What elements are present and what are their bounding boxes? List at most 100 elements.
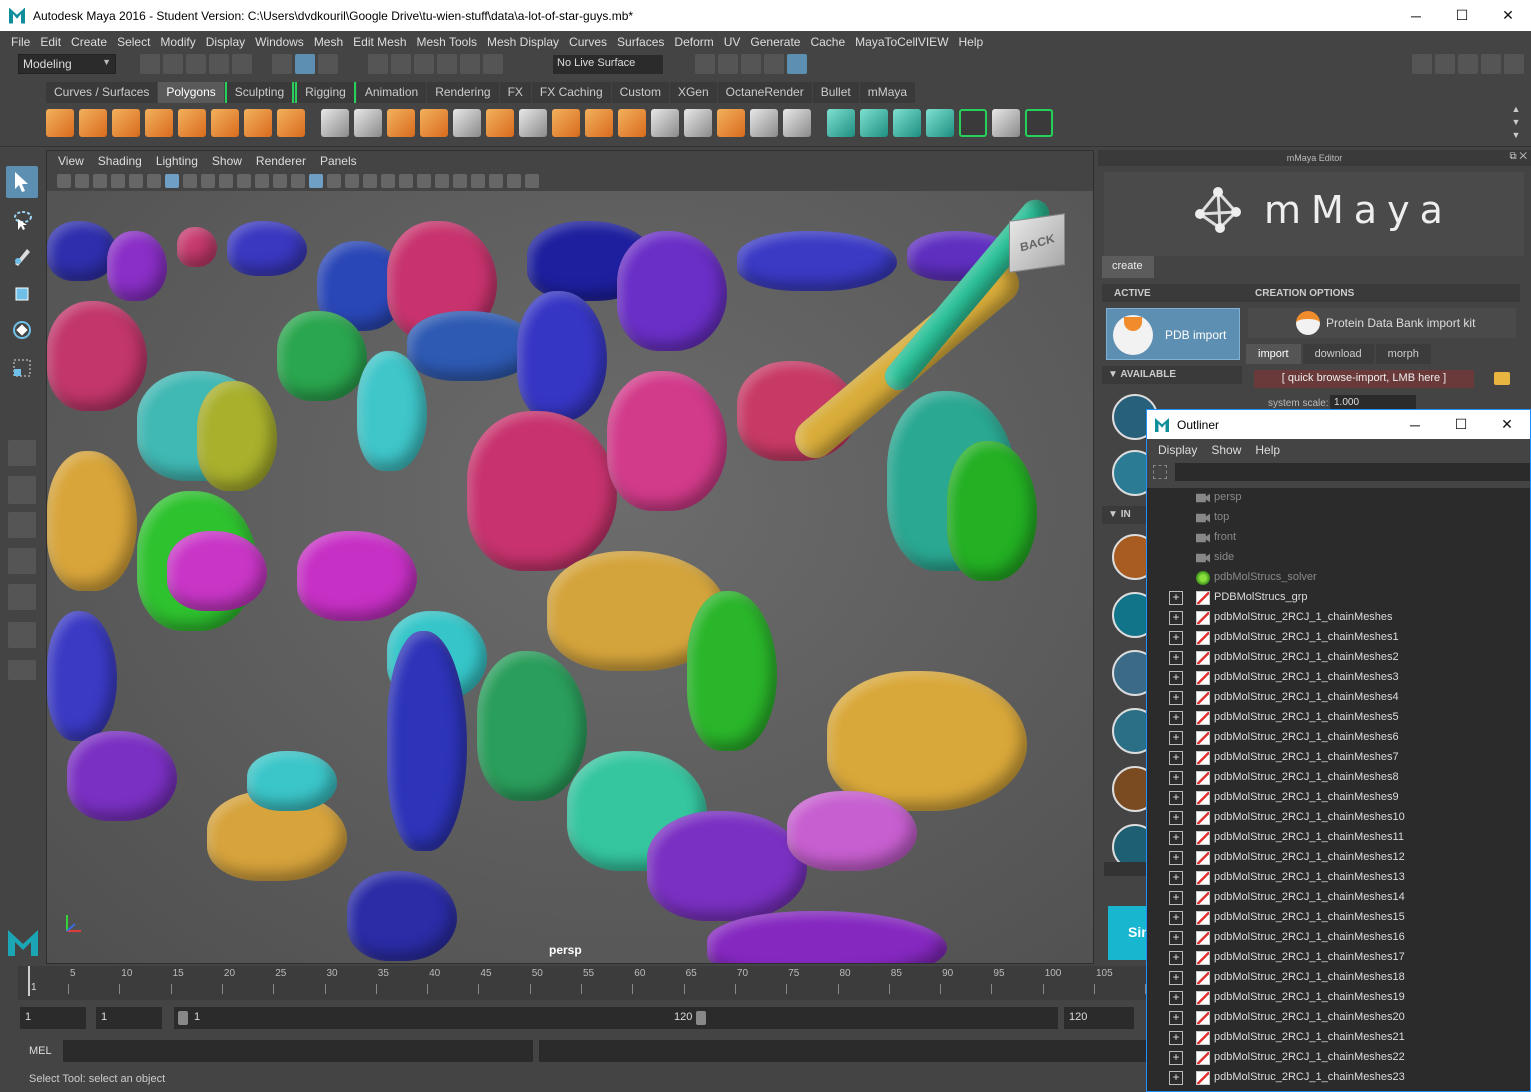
ipr-render-icon[interactable] (741, 54, 761, 74)
fill-hole-icon[interactable] (783, 109, 811, 137)
merge-icon[interactable] (717, 109, 745, 137)
grease-pencil-icon[interactable] (147, 174, 161, 188)
menu-uv[interactable]: UV (719, 35, 746, 49)
poly-cylinder-icon[interactable] (112, 109, 140, 137)
resolution-gate-icon[interactable] (201, 174, 215, 188)
range-start-handle[interactable] (178, 1011, 188, 1025)
playback-end-field[interactable]: 120 (1064, 1007, 1134, 1029)
menu-file[interactable]: File (6, 35, 35, 49)
expand-icon[interactable]: + (1169, 831, 1183, 845)
in-section-header[interactable]: ▼ IN (1102, 506, 1146, 524)
outliner-item[interactable]: + pdbMolStruc_2RCJ_1_chainMeshes13 (1147, 868, 1530, 888)
outliner-item[interactable]: + pdbMolStruc_2RCJ_1_chainMeshes6 (1147, 728, 1530, 748)
outliner-item[interactable]: + pdbMolStruc_2RCJ_1_chainMeshes9 (1147, 788, 1530, 808)
outliner-item[interactable]: + pdbMolStruc_2RCJ_1_chainMeshes5 (1147, 708, 1530, 728)
range-slider[interactable]: 1 120 (174, 1007, 1058, 1029)
shelf-tab-curves-surfaces[interactable]: Curves / Surfaces (46, 82, 158, 103)
viewport-scene[interactable]: BACK persp (47, 191, 1093, 963)
menu-deform[interactable]: Deform (669, 35, 718, 49)
uv-editor-icon[interactable] (959, 109, 987, 137)
view-cube[interactable]: BACK (1009, 213, 1065, 273)
playback-start-field[interactable]: 1 (96, 1007, 162, 1029)
expand-icon[interactable]: + (1169, 951, 1183, 965)
outliner-item[interactable]: top (1147, 508, 1530, 528)
layout-dope-sheet-icon[interactable] (8, 622, 36, 648)
menu-curves[interactable]: Curves (564, 35, 612, 49)
motion-blur-icon[interactable] (417, 174, 431, 188)
shelf-tab-fx[interactable]: FX (499, 82, 531, 103)
outliner-item[interactable]: + pdbMolStruc_2RCJ_1_chainMeshes10 (1147, 808, 1530, 828)
menu-display[interactable]: Display (201, 35, 250, 49)
outliner-item[interactable]: + pdbMolStruc_2RCJ_1_chainMeshes21 (1147, 1028, 1530, 1048)
safe-title-icon[interactable] (273, 174, 287, 188)
outliner-menu-help[interactable]: Help (1248, 443, 1287, 457)
outliner-close-button[interactable]: ✕ (1484, 410, 1530, 439)
snap-curve-icon[interactable] (391, 54, 411, 74)
render-frame-icon[interactable] (718, 54, 738, 74)
maximize-button[interactable]: ☐ (1439, 0, 1485, 31)
snap-live-icon[interactable] (460, 54, 480, 74)
xray-joints-icon[interactable] (507, 174, 521, 188)
wireframe-icon[interactable] (291, 174, 305, 188)
subtab-import[interactable]: import (1246, 344, 1301, 364)
poly-cube-icon[interactable] (79, 109, 107, 137)
two-d-pan-icon[interactable] (129, 174, 143, 188)
live-surface-field[interactable]: No Live Surface (553, 55, 663, 74)
outliner-item[interactable]: + pdbMolStruc_2RCJ_1_chainMeshes12 (1147, 848, 1530, 868)
xray-active-icon[interactable] (525, 174, 539, 188)
mel-label[interactable]: MEL (29, 1045, 52, 1057)
combine-icon[interactable] (321, 109, 349, 137)
outliner-item[interactable]: + pdbMolStruc_2RCJ_1_chainMeshes1 (1147, 628, 1530, 648)
append-icon[interactable] (618, 109, 646, 137)
vp-menu-lighting[interactable]: Lighting (149, 154, 205, 168)
expand-icon[interactable]: + (1169, 751, 1183, 765)
expand-icon[interactable]: + (1169, 891, 1183, 905)
outliner-item[interactable]: + pdbMolStruc_2RCJ_1_chainMeshes19 (1147, 988, 1530, 1008)
shelf-tab-rendering[interactable]: Rendering (427, 82, 499, 103)
expand-icon[interactable]: + (1169, 711, 1183, 725)
menu-modify[interactable]: Modify (155, 35, 200, 49)
insert-edge-loop-icon[interactable] (651, 109, 679, 137)
outliner-item[interactable]: + pdbMolStruc_2RCJ_1_chainMeshes22 (1147, 1048, 1530, 1068)
outliner-menu-display[interactable]: Display (1151, 443, 1204, 457)
expand-icon[interactable]: + (1169, 671, 1183, 685)
layout-four-pane-icon[interactable] (8, 476, 36, 504)
outliner-item[interactable]: + pdbMolStruc_2RCJ_1_chainMeshes16 (1147, 928, 1530, 948)
menu-edit-mesh[interactable]: Edit Mesh (348, 35, 411, 49)
time-slider[interactable]: 1 5 10 15 20 25 30 35 40 45 50 55 60 65 70 75 80 85 90 95 1… (18, 966, 1158, 1000)
expand-icon[interactable]: + (1169, 1011, 1183, 1025)
separate-icon[interactable] (354, 109, 382, 137)
expand-icon[interactable]: + (1169, 731, 1183, 745)
depth-of-field-icon[interactable] (453, 174, 467, 188)
tool-settings-icon[interactable] (1458, 54, 1478, 74)
menu-cache[interactable]: Cache (805, 35, 850, 49)
cylindrical-uv-icon[interactable] (860, 109, 888, 137)
close-button[interactable]: ✕ (1485, 0, 1531, 31)
layer-editor-icon[interactable] (1504, 54, 1524, 74)
vp-menu-view[interactable]: View (51, 154, 91, 168)
expand-icon[interactable]: + (1169, 811, 1183, 825)
mirror-icon[interactable] (387, 109, 415, 137)
shelf-scroll-arrows[interactable]: ▲ ▼ ▼ (1509, 103, 1523, 143)
use-all-lights-icon[interactable] (363, 174, 377, 188)
outliner-item[interactable]: pdbMolStrucs_solver (1147, 568, 1530, 588)
menu-generate[interactable]: Generate (745, 35, 805, 49)
bookmark-icon[interactable] (93, 174, 107, 188)
expand-icon[interactable]: + (1169, 851, 1183, 865)
gate-mask-icon[interactable] (219, 174, 233, 188)
outliner-item[interactable]: persp (1147, 488, 1530, 508)
vp-menu-renderer[interactable]: Renderer (249, 154, 313, 168)
anti-aliasing-icon[interactable] (435, 174, 449, 188)
expand-icon[interactable]: + (1169, 691, 1183, 705)
shelf-tab-bullet[interactable]: Bullet (812, 82, 859, 103)
menu-mayatocellview[interactable]: MayaToCellVIEW (850, 35, 953, 49)
extrude-icon[interactable] (486, 109, 514, 137)
shelf-tab-custom[interactable]: Custom (611, 82, 669, 103)
select-component-icon[interactable] (318, 54, 338, 74)
outliner-item[interactable]: front (1147, 528, 1530, 548)
outliner-menu-show[interactable]: Show (1204, 443, 1248, 457)
attribute-editor-icon[interactable] (1435, 54, 1455, 74)
camera-attributes-icon[interactable] (57, 174, 71, 188)
smooth-icon[interactable] (420, 109, 448, 137)
outliner-maximize-button[interactable]: ☐ (1438, 410, 1484, 439)
